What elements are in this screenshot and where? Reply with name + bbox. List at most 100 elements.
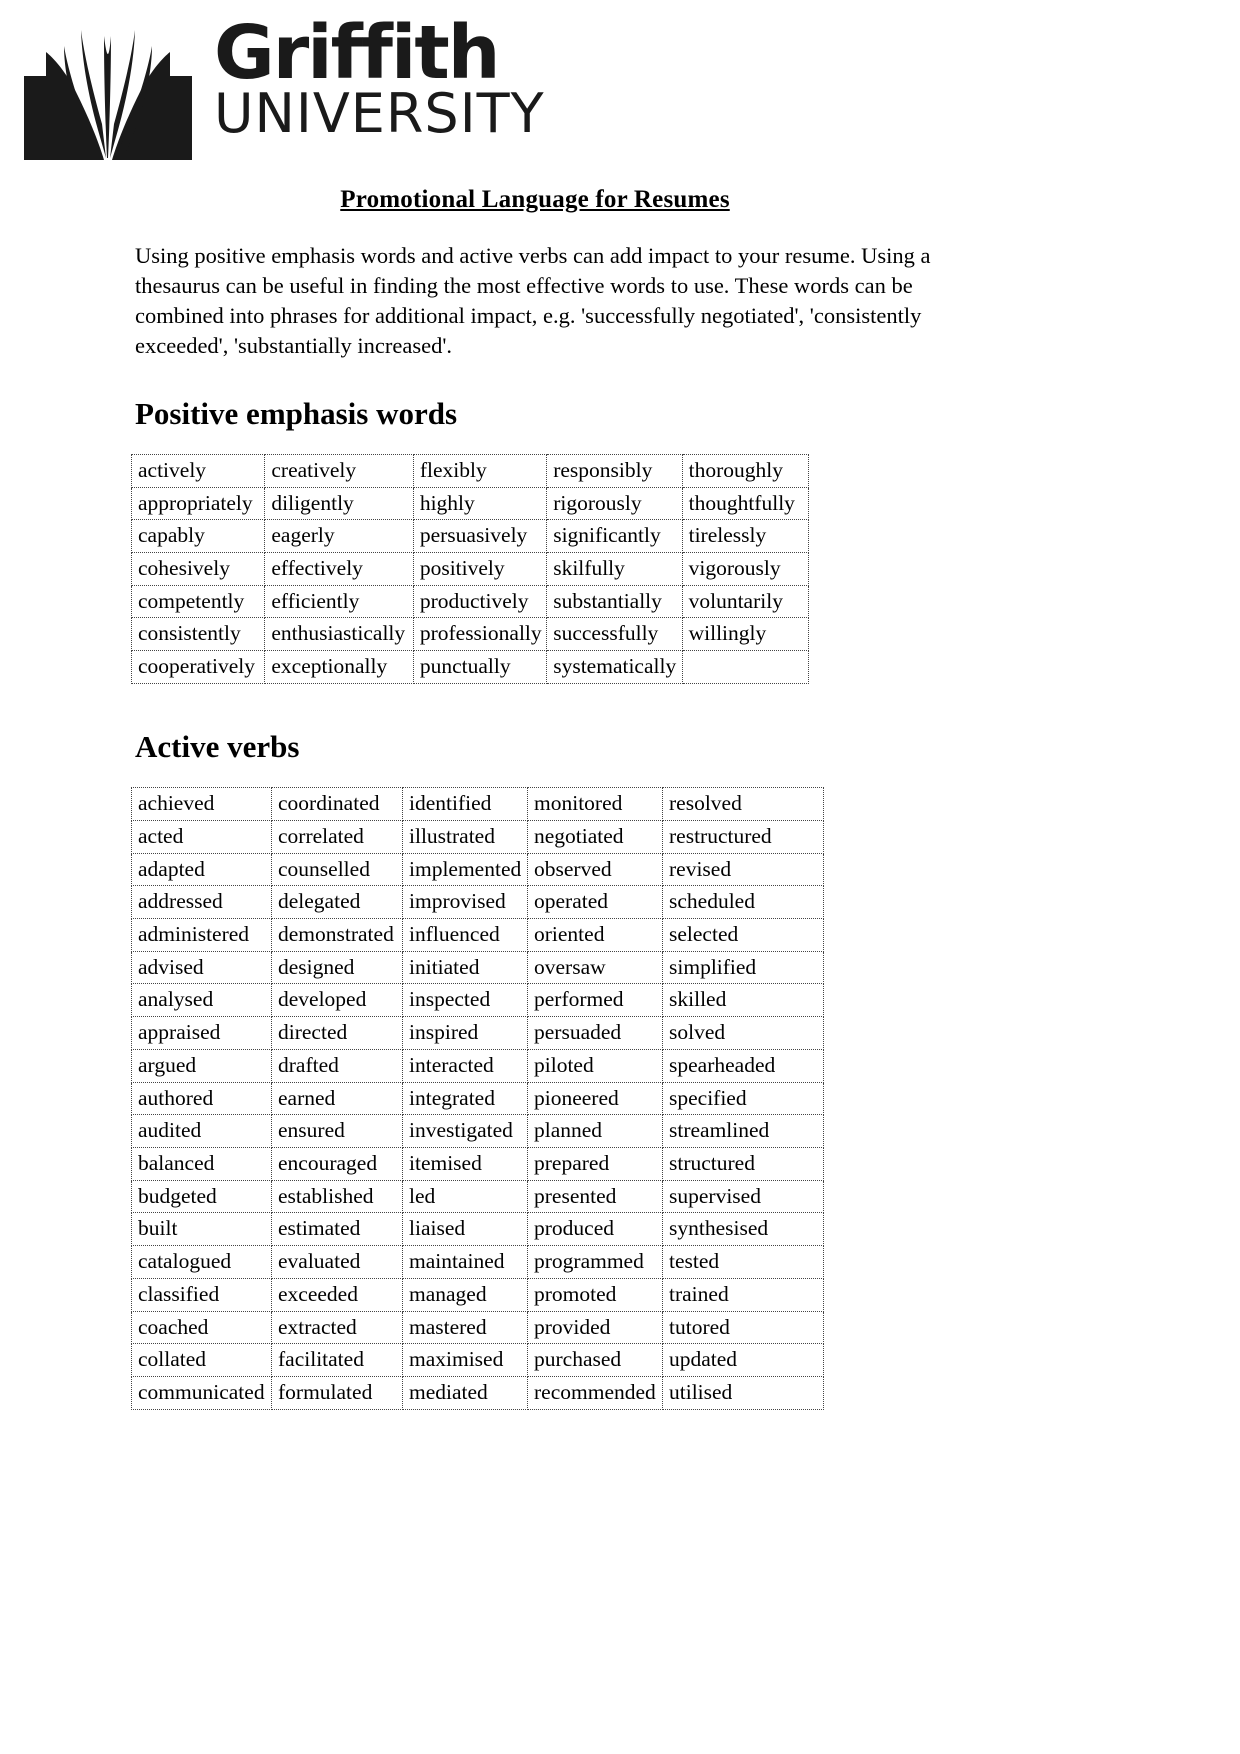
table-cell: analysed: [131, 983, 272, 1018]
table-row: argued drafted interacted piloted spearh…: [131, 1048, 824, 1083]
table-cell: mediated: [402, 1376, 528, 1410]
table-cell: promoted: [527, 1277, 663, 1312]
table-cell: earned: [271, 1081, 403, 1116]
table-cell: illustrated: [402, 819, 528, 854]
table-cell: consistently: [130, 617, 266, 652]
table-cell: punctually: [412, 650, 548, 684]
table-cell: established: [271, 1179, 403, 1214]
table-cell: selected: [662, 917, 824, 952]
table-cell-empty: [681, 650, 810, 684]
table-cell: influenced: [402, 917, 528, 952]
table-row: appropriately diligently highly rigorous…: [130, 486, 810, 521]
table-cell: integrated: [402, 1081, 528, 1116]
table-cell: tested: [662, 1245, 824, 1279]
document-page: Griffith UNIVERSITY Promotional Language…: [0, 0, 1240, 1754]
table-cell: demonstrated: [271, 917, 403, 952]
table-cell: exceeded: [271, 1277, 403, 1312]
table-cell: estimated: [271, 1212, 403, 1247]
table-cell: coached: [131, 1310, 272, 1345]
table-row: coached extracted mastered provided tuto…: [131, 1310, 824, 1345]
table-cell: resolved: [662, 787, 824, 821]
table-cell: piloted: [527, 1048, 663, 1083]
table-cell: positively: [412, 552, 548, 586]
table-cell: drafted: [271, 1048, 403, 1083]
table-cell: streamlined: [662, 1114, 824, 1148]
table-row: collated facilitated maximised purchased…: [131, 1343, 824, 1378]
table-cell: audited: [131, 1114, 272, 1148]
table-row: consistently enthusiastically profession…: [130, 617, 810, 652]
positive-emphasis-words-table: actively creatively flexibly responsibly…: [130, 453, 810, 684]
table-cell: thoughtfully: [681, 486, 810, 521]
table-cell: implemented: [402, 852, 528, 887]
table-cell: mastered: [402, 1310, 528, 1345]
table-row: actively creatively flexibly responsibly…: [130, 453, 810, 488]
table-row: cooperatively exceptionally punctually s…: [130, 650, 810, 684]
griffith-university-logo: Griffith UNIVERSITY: [18, 14, 578, 164]
table-cell: efficiently: [264, 584, 414, 619]
table-cell: managed: [402, 1277, 528, 1312]
table-cell: argued: [131, 1048, 272, 1083]
table-cell: counselled: [271, 852, 403, 887]
table-cell: enthusiastically: [264, 617, 414, 652]
table-cell: improvised: [402, 885, 528, 919]
table-row: budgeted established led presented super…: [131, 1179, 824, 1214]
table-cell: flexibly: [412, 453, 548, 488]
table-cell: tirelessly: [681, 519, 810, 554]
table-row: achieved coordinated identified monitore…: [131, 787, 824, 821]
table-row: catalogued evaluated maintained programm…: [131, 1245, 824, 1279]
table-cell: itemised: [402, 1147, 528, 1181]
table-cell: highly: [412, 486, 548, 521]
table-cell: oriented: [527, 917, 663, 952]
table-row: built estimated liaised produced synthes…: [131, 1212, 824, 1247]
table-row: classified exceeded managed promoted tra…: [131, 1277, 824, 1312]
table-cell: catalogued: [131, 1245, 272, 1279]
table-row: audited ensured investigated planned str…: [131, 1114, 824, 1148]
table-cell: prepared: [527, 1147, 663, 1181]
table-row: acted correlated illustrated negotiated …: [131, 819, 824, 854]
table-cell: supervised: [662, 1179, 824, 1214]
table-cell: initiated: [402, 950, 528, 985]
section-heading-positive-emphasis-words: Positive emphasis words: [135, 395, 458, 431]
table-cell: evaluated: [271, 1245, 403, 1279]
page-title: Promotional Language for Resumes: [340, 186, 730, 213]
table-cell: recommended: [527, 1376, 663, 1410]
table-row: addressed delegated improvised operated …: [131, 885, 824, 919]
table-cell: oversaw: [527, 950, 663, 985]
table-cell: observed: [527, 852, 663, 887]
table-cell: acted: [131, 819, 272, 854]
table-row: adapted counselled implemented observed …: [131, 852, 824, 887]
table-cell: performed: [527, 983, 663, 1018]
table-cell: built: [131, 1212, 272, 1247]
table-cell: adapted: [131, 852, 272, 887]
table-row: capably eagerly persuasively significant…: [130, 519, 810, 554]
table-row: appraised directed inspired persuaded so…: [131, 1016, 824, 1050]
table-cell: capably: [130, 519, 266, 554]
table-cell: thoroughly: [681, 453, 810, 488]
table-cell: directed: [271, 1016, 403, 1050]
document-content: Promotional Language for Resumes Using p…: [130, 185, 935, 1410]
table-cell: skilled: [662, 983, 824, 1018]
table-cell: administered: [131, 917, 272, 952]
table-cell: maintained: [402, 1245, 528, 1279]
section-heading-active-verbs: Active verbs: [135, 728, 300, 764]
intro-paragraph: Using positive emphasis words and active…: [135, 243, 931, 358]
table-cell: led: [402, 1179, 528, 1214]
active-verbs-table: achieved coordinated identified monitore…: [131, 787, 824, 1410]
table-cell: synthesised: [662, 1212, 824, 1247]
table-cell: provided: [527, 1310, 663, 1345]
table-cell: competently: [130, 584, 266, 619]
table-cell: diligently: [264, 486, 414, 521]
table-cell: delegated: [271, 885, 403, 919]
table-cell: budgeted: [131, 1179, 272, 1214]
table-cell: updated: [662, 1343, 824, 1378]
table-cell: maximised: [402, 1343, 528, 1378]
table-cell: responsibly: [546, 453, 683, 488]
table-cell: communicated: [131, 1376, 272, 1410]
table-cell: cooperatively: [130, 650, 266, 684]
table-cell: actively: [130, 453, 266, 488]
table-cell: persuasively: [412, 519, 548, 554]
table-row: authored earned integrated pioneered spe…: [131, 1081, 824, 1116]
table-cell: balanced: [131, 1147, 272, 1181]
table-cell: pioneered: [527, 1081, 663, 1116]
table-cell: liaised: [402, 1212, 528, 1247]
